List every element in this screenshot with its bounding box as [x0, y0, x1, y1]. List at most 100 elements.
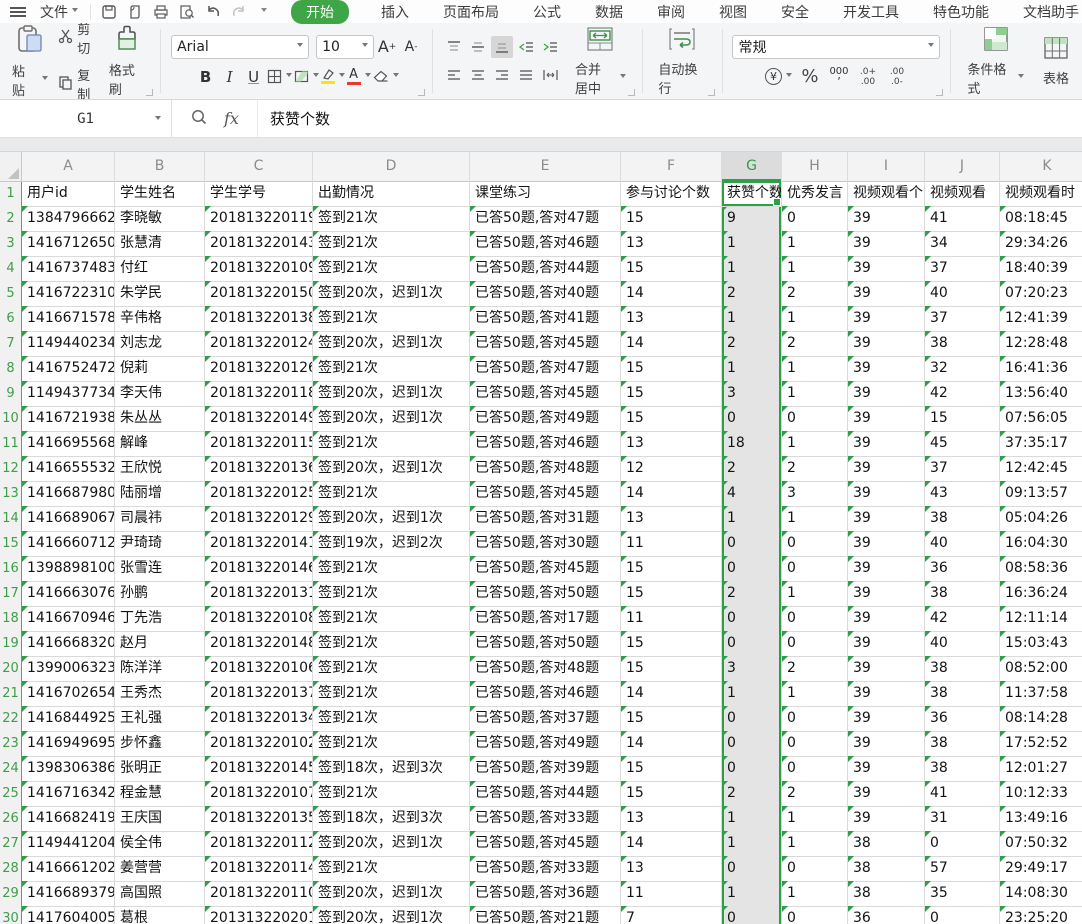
cell[interactable]: 14 — [621, 281, 722, 307]
cell[interactable]: 15:03:43 — [1000, 631, 1082, 657]
cell[interactable]: 12:42:45 — [1000, 456, 1082, 482]
copy-button[interactable]: 复制 — [58, 65, 99, 100]
cell[interactable]: 45 — [925, 431, 1000, 457]
cell[interactable]: 姜营营 — [115, 856, 205, 882]
cell[interactable]: 38 — [925, 506, 1000, 532]
cell[interactable]: 37 — [925, 256, 1000, 282]
cell[interactable]: 29:49:17 — [1000, 856, 1082, 882]
cell[interactable]: 15 — [621, 756, 722, 782]
column-header-C[interactable]: C — [205, 152, 313, 182]
row-header-7[interactable]: 7 — [0, 331, 22, 357]
align-center-button[interactable] — [467, 64, 489, 86]
underline-button[interactable]: U — [243, 66, 265, 88]
cell[interactable]: 38 — [848, 831, 925, 857]
shrink-font-button[interactable]: A- — [400, 36, 422, 58]
tab-开始[interactable]: 开始 — [291, 0, 349, 24]
cell[interactable]: 13 — [621, 306, 722, 332]
cell[interactable]: 1416661202 — [22, 856, 115, 882]
cell[interactable]: 39 — [848, 606, 925, 632]
cell[interactable]: 3 — [722, 381, 782, 407]
cell[interactable]: 3 — [782, 481, 848, 507]
row-header-2[interactable]: 2 — [0, 206, 22, 232]
print-icon[interactable] — [153, 4, 169, 20]
row-header-26[interactable]: 26 — [0, 806, 22, 832]
row-header-17[interactable]: 17 — [0, 581, 22, 607]
align-bottom-button[interactable] — [491, 36, 513, 58]
tab-特色功能[interactable]: 特色功能 — [931, 1, 991, 23]
cell[interactable]: 13 — [621, 231, 722, 257]
cell[interactable]: 38 — [848, 856, 925, 882]
cell[interactable]: 0 — [722, 706, 782, 732]
cell[interactable]: 用户id — [22, 181, 115, 207]
cell[interactable]: 201813220109 — [205, 256, 313, 282]
cell[interactable]: 1416670946 — [22, 606, 115, 632]
cell[interactable]: 08:14:28 — [1000, 706, 1082, 732]
cell[interactable]: 39 — [848, 381, 925, 407]
cell[interactable]: 1 — [722, 256, 782, 282]
cell[interactable]: 司晨祎 — [115, 506, 205, 532]
cell[interactable]: 1 — [782, 356, 848, 382]
cell[interactable]: 1 — [782, 306, 848, 332]
cell[interactable]: 39 — [848, 556, 925, 582]
cell[interactable]: 38 — [925, 681, 1000, 707]
cell[interactable]: 39 — [848, 281, 925, 307]
cell[interactable]: 李晓敏 — [115, 206, 205, 232]
row-header-21[interactable]: 21 — [0, 681, 22, 707]
borders-button[interactable] — [267, 66, 292, 88]
font-color-button[interactable]: A — [347, 66, 371, 88]
font-size-select[interactable]: 10 — [316, 35, 374, 59]
cell[interactable]: 0 — [722, 556, 782, 582]
column-header-E[interactable]: E — [470, 152, 621, 182]
cell[interactable]: 40 — [925, 531, 1000, 557]
cell[interactable]: 2 — [722, 781, 782, 807]
row-header-6[interactable]: 6 — [0, 306, 22, 332]
cell[interactable]: 201813220131 — [205, 581, 313, 607]
tab-公式[interactable]: 公式 — [531, 1, 563, 23]
cell[interactable]: 12 — [621, 456, 722, 482]
cell[interactable]: 签到20次，迟到1次 — [313, 456, 470, 482]
merge-center-button[interactable]: 合并居中 — [569, 24, 631, 99]
cell[interactable]: 陆丽增 — [115, 481, 205, 507]
cell[interactable]: 已答50题,答对21题 — [470, 906, 621, 924]
cell[interactable]: 09:13:57 — [1000, 481, 1082, 507]
redo-icon[interactable] — [231, 4, 247, 20]
cell[interactable]: 1416722310 — [22, 281, 115, 307]
cell[interactable]: 1 — [782, 881, 848, 907]
undo-icon[interactable] — [205, 4, 221, 20]
cell[interactable]: 15 — [621, 356, 722, 382]
cell[interactable]: 侯全伟 — [115, 831, 205, 857]
cell[interactable]: 1 — [782, 231, 848, 257]
cell[interactable]: 201813220137 — [205, 681, 313, 707]
cell[interactable]: 1 — [722, 831, 782, 857]
cell[interactable]: 07:56:05 — [1000, 406, 1082, 432]
cell[interactable]: 0 — [722, 606, 782, 632]
cell[interactable]: 朱学民 — [115, 281, 205, 307]
cell[interactable]: 1416949695 — [22, 731, 115, 757]
cell[interactable]: 201813220150 — [205, 281, 313, 307]
cell[interactable]: 已答50题,答对50题 — [470, 631, 621, 657]
row-header-14[interactable]: 14 — [0, 506, 22, 532]
cell[interactable]: 39 — [848, 331, 925, 357]
cell[interactable]: 201813220125 — [205, 481, 313, 507]
cell[interactable]: 39 — [848, 481, 925, 507]
cell[interactable]: 签到19次，迟到2次 — [313, 531, 470, 557]
cell[interactable]: 1399006323 — [22, 656, 115, 682]
cell[interactable]: 签到21次 — [313, 356, 470, 382]
cell[interactable]: 15 — [621, 256, 722, 282]
cell[interactable]: 解峰 — [115, 431, 205, 457]
cell[interactable]: 3 — [722, 656, 782, 682]
cell[interactable]: 0 — [782, 706, 848, 732]
cell[interactable]: 0 — [782, 606, 848, 632]
cell[interactable]: 12:01:27 — [1000, 756, 1082, 782]
cell[interactable]: 201813220124 — [205, 331, 313, 357]
cell[interactable]: 0 — [782, 756, 848, 782]
column-header-H[interactable]: H — [782, 152, 848, 182]
cell[interactable]: 1416682419 — [22, 806, 115, 832]
align-right-button[interactable] — [491, 64, 513, 86]
cell[interactable]: 2 — [722, 581, 782, 607]
cell[interactable]: 签到20次，迟到1次 — [313, 881, 470, 907]
cell[interactable]: 已答50题,答对49题 — [470, 731, 621, 757]
wrap-dialog-launcher[interactable] — [708, 89, 715, 96]
cell[interactable]: 0 — [782, 556, 848, 582]
cell[interactable]: 已答50题,答对45题 — [470, 381, 621, 407]
